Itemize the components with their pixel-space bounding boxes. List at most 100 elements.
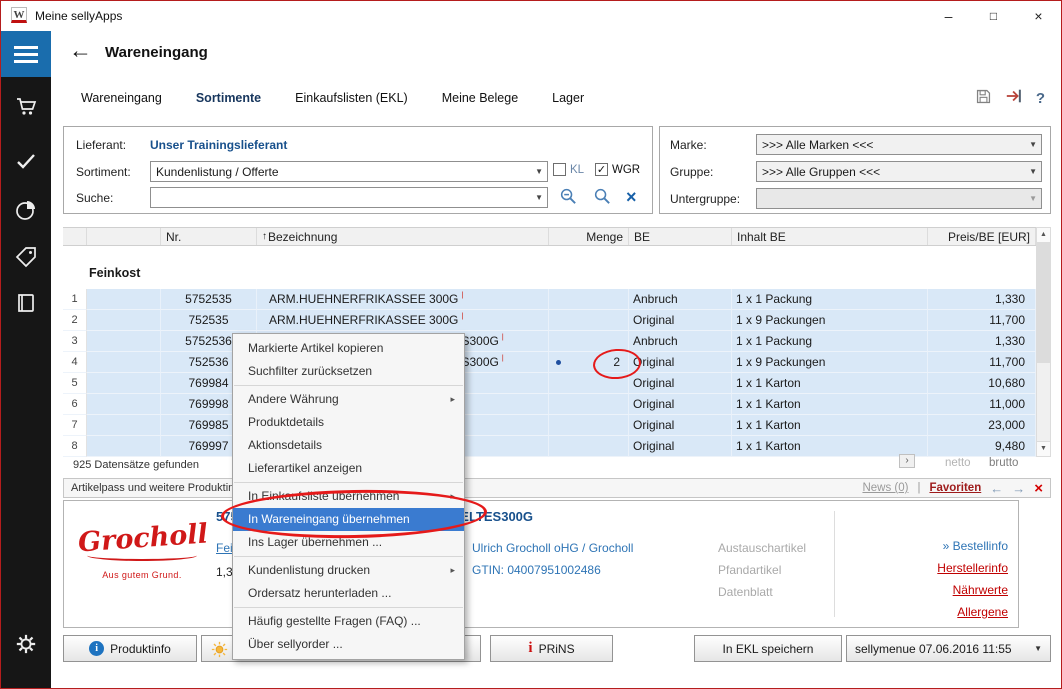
kl-checkbox[interactable]: KL <box>553 163 584 176</box>
hscroll-right-icon[interactable]: › <box>899 454 915 468</box>
sidebar <box>1 31 51 688</box>
close-panel-icon[interactable]: × <box>1034 480 1043 497</box>
naehrwerte-link[interactable]: Nährwerte <box>937 579 1008 601</box>
tab-lager[interactable]: Lager <box>552 91 584 105</box>
produktinfo-button[interactable]: i Produktinfo <box>63 635 197 662</box>
menu-item-faq[interactable]: Häufig gestellte Fragen (FAQ) ... <box>233 610 464 633</box>
menu-item-in-wareneingang[interactable]: In Wareneingang übernehmen <box>233 508 464 531</box>
menu-item-aktionsdetails[interactable]: Aktionsdetails <box>233 434 464 457</box>
scroll-down-icon[interactable]: ▼ <box>1037 441 1050 456</box>
tab-wareneingang[interactable]: Wareneingang <box>81 91 162 105</box>
column-header-blank <box>87 228 161 245</box>
newsbar-links: News (0) | Favoriten ← → × <box>862 480 1043 497</box>
app-window: W Meine sellyApps – □ × ← Wareneingang <box>0 0 1062 689</box>
prins-icon: i <box>528 640 532 657</box>
menu-item-kundenlistung-drucken[interactable]: Kundenlistung drucken▸ <box>233 559 464 582</box>
netto-toggle[interactable]: netto <box>945 457 971 469</box>
wgr-checkbox[interactable]: ✓ WGR <box>595 163 640 176</box>
table-row[interactable]: 1 5752535 ARM.HUEHNERFRIKASSEE 300G| Anb… <box>63 289 1036 310</box>
table-row[interactable]: 5 769984 Original 1 x 1 Karton 10,680 <box>63 373 1036 394</box>
sellymenue-dropdown[interactable]: sellymenue 07.06.2016 11:55 ▼ <box>846 635 1051 662</box>
wgr-checkbox-box[interactable]: ✓ <box>595 163 608 176</box>
pie-chart-icon[interactable] <box>14 198 38 222</box>
filter-box-left: Lieferant: Unser Trainingslieferant Sort… <box>63 126 653 214</box>
tab-sortimente[interactable]: Sortimente <box>196 91 261 105</box>
menu-item-suchfilter-zuruecksetzen[interactable]: Suchfilter zurücksetzen <box>233 360 464 383</box>
scrollbar-thumb[interactable] <box>1037 243 1050 363</box>
kl-checkbox-box[interactable] <box>553 163 566 176</box>
clear-search-icon[interactable]: × <box>626 188 637 206</box>
menu-item-andere-waehrung[interactable]: Andere Währung▸ <box>233 388 464 411</box>
allergene-link[interactable]: Allergene <box>937 601 1008 623</box>
column-header-be[interactable]: BE <box>629 228 732 245</box>
table-row[interactable]: 8 769997 Original 1 x 1 Karton 9,480 <box>63 436 1036 457</box>
cell-inhalt: 1 x 1 Karton <box>732 394 928 415</box>
menu-item-produktdetails[interactable]: Produktdetails <box>233 411 464 434</box>
cell-menge[interactable]: 2 <box>549 352 629 373</box>
search-icon[interactable] <box>593 187 612 211</box>
menu-item-lieferartikel-anzeigen[interactable]: Lieferartikel anzeigen <box>233 457 464 480</box>
cell-menge[interactable] <box>549 310 629 331</box>
herstellerinfo-link[interactable]: Herstellerinfo <box>937 557 1008 579</box>
tag-icon[interactable] <box>14 245 38 269</box>
nav-right-icon[interactable]: → <box>1012 481 1025 496</box>
export-icon[interactable] <box>1005 87 1023 110</box>
pfandartikel-link[interactable]: Pfandartikel <box>718 563 781 577</box>
cell-menge[interactable] <box>549 415 629 436</box>
close-button[interactable]: × <box>1016 1 1061 31</box>
column-header-inhalt[interactable]: Inhalt BE <box>732 228 928 245</box>
table-row[interactable]: 6 769998 Original 1 x 1 Karton 11,000 <box>63 394 1036 415</box>
ekl-speichern-button[interactable]: In EKL speichern <box>694 635 842 662</box>
favoriten-link[interactable]: Favoriten <box>929 482 981 494</box>
cell-menge[interactable] <box>549 373 629 394</box>
column-header-preis[interactable]: Preis/BE [EUR] <box>928 228 1036 245</box>
catalog-icon[interactable] <box>14 291 38 315</box>
menu-item-ueber-sellyorder[interactable]: Über sellyorder ... <box>233 633 464 656</box>
column-header-gutter <box>63 228 87 245</box>
cell-menge[interactable] <box>549 289 629 310</box>
cell-menge[interactable] <box>549 394 629 415</box>
news-link[interactable]: News (0) <box>862 482 908 494</box>
prins-button[interactable]: i PRiNS <box>490 635 613 662</box>
suche-input[interactable]: ▼ <box>150 187 548 208</box>
gruppe-dropdown[interactable]: >>> Alle Gruppen <<< ▼ <box>756 161 1042 182</box>
column-header-bezeichnung[interactable]: ↑Bezeichnung <box>257 228 549 245</box>
lieferant-link[interactable]: Unser Trainingslieferant <box>150 138 287 152</box>
zoom-out-search-icon[interactable] <box>559 187 578 211</box>
nav-left-icon[interactable]: ← <box>990 481 1003 496</box>
marke-dropdown[interactable]: >>> Alle Marken <<< ▼ <box>756 134 1042 155</box>
menu-item-markierte-kopieren[interactable]: Markierte Artikel kopieren <box>233 337 464 360</box>
app-logo-icon: W <box>11 7 27 23</box>
cell-menge[interactable] <box>549 436 629 457</box>
scroll-up-icon[interactable]: ▲ <box>1037 228 1050 243</box>
minimize-button[interactable]: – <box>926 1 971 31</box>
manufacturer-name: Ulrich Grocholl oHG / Grocholl <box>472 541 633 555</box>
menu-item-ordersatz-herunterladen[interactable]: Ordersatz herunterladen ... <box>233 582 464 605</box>
gear-icon[interactable] <box>15 633 39 657</box>
menu-item-in-einkaufsliste[interactable]: In Einkaufsliste übernehmen▸ <box>233 485 464 508</box>
cell-menge[interactable] <box>549 331 629 352</box>
table-row[interactable]: 3 5752536 ARM.HUEHNERGESCHNETZELTES300G|… <box>63 331 1036 352</box>
austauschartikel-link[interactable]: Austauschartikel <box>718 541 806 555</box>
table-row-selected[interactable]: 4 752536 ARM.HUEHNERGESCHNETZELTES300G| … <box>63 352 1036 373</box>
back-button[interactable]: ← <box>69 37 92 64</box>
table-row[interactable]: 7 769985 Original 1 x 1 Karton 23,000 <box>63 415 1036 436</box>
column-header-menge[interactable]: Menge <box>549 228 629 245</box>
help-icon[interactable]: ? <box>1036 90 1045 107</box>
hamburger-menu-button[interactable] <box>1 31 51 77</box>
checklist-icon[interactable] <box>14 149 38 173</box>
save-icon[interactable] <box>975 88 992 110</box>
table-scrollbar[interactable]: ▲ ▼ <box>1036 227 1051 457</box>
gruppe-label: Gruppe: <box>670 165 713 179</box>
table-row[interactable]: 2 752535 ARM.HUEHNERFRIKASSEE 300G| Orig… <box>63 310 1036 331</box>
datenblatt-link[interactable]: Datenblatt <box>718 585 773 599</box>
brutto-toggle[interactable]: brutto <box>989 457 1018 469</box>
bestellinfo-link[interactable]: » Bestellinfo <box>937 535 1008 557</box>
tab-meine-belege[interactable]: Meine Belege <box>442 91 518 105</box>
cart-icon[interactable] <box>14 94 38 118</box>
column-header-nr[interactable]: Nr. <box>161 228 257 245</box>
menu-item-ins-lager[interactable]: Ins Lager übernehmen ... <box>233 531 464 554</box>
sortiment-dropdown[interactable]: Kundenlistung / Offerte ▼ <box>150 161 548 182</box>
tab-einkaufslisten[interactable]: Einkaufslisten (EKL) <box>295 91 408 105</box>
maximize-button[interactable]: □ <box>971 1 1016 31</box>
